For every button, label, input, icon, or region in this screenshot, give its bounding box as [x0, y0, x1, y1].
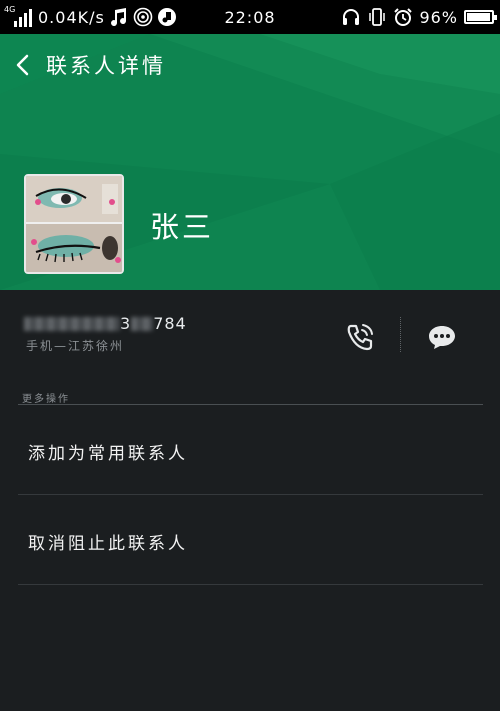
phone-number-tail: 784	[153, 314, 187, 333]
vibrate-icon	[369, 8, 386, 26]
avatar-image	[26, 176, 122, 272]
call-button[interactable]	[340, 317, 380, 357]
contact-header: 联系人详情 张三	[0, 34, 500, 290]
chevron-left-icon	[16, 54, 29, 76]
clock: 22:08	[224, 7, 276, 27]
status-bar-right: 96%	[341, 0, 497, 34]
signal-icon: 4G	[4, 5, 34, 29]
phone-location: 手机—江苏徐州	[26, 339, 125, 353]
phone-number-row[interactable]: 3 784 手机—江苏徐州	[0, 290, 500, 370]
action-label: 取消阻止此联系人	[28, 534, 188, 554]
phone-call-icon	[347, 324, 373, 351]
add-favorite-contact-item[interactable]: 添加为常用联系人	[18, 405, 483, 495]
battery-icon	[464, 10, 497, 24]
unblock-contact-item[interactable]: 取消阻止此联系人	[18, 495, 483, 585]
battery-percent: 96%	[419, 7, 458, 27]
page-title: 联系人详情	[46, 54, 166, 78]
contact-name: 张三	[150, 210, 215, 244]
action-divider	[400, 317, 401, 352]
status-bar: 4G 0.04K/s 22:08 96%	[0, 0, 500, 34]
hotspot-icon	[133, 7, 153, 27]
notification-app-icon	[157, 8, 176, 26]
chat-bubble-icon	[429, 326, 455, 349]
back-button[interactable]	[8, 48, 38, 82]
network-speed: 0.04K/s	[38, 7, 105, 27]
redacted-number-part	[131, 317, 154, 331]
item-divider	[18, 584, 483, 585]
phone-number[interactable]: 3 784	[24, 314, 187, 333]
action-label: 添加为常用联系人	[28, 444, 188, 464]
redacted-number-part	[24, 317, 120, 331]
music-note-icon	[110, 8, 126, 27]
headset-icon	[343, 9, 360, 25]
status-bar-left: 4G 0.04K/s	[4, 0, 177, 34]
alarm-icon	[394, 8, 413, 26]
message-button[interactable]	[420, 317, 464, 357]
phone-number-fragment: 3	[120, 314, 132, 333]
avatar[interactable]	[24, 174, 124, 274]
more-actions-heading: 更多操作	[22, 394, 70, 405]
contact-detail-screen: 4G 0.04K/s 22:08 96% 联系人详情 张三 3 784 手机—江…	[0, 0, 500, 711]
